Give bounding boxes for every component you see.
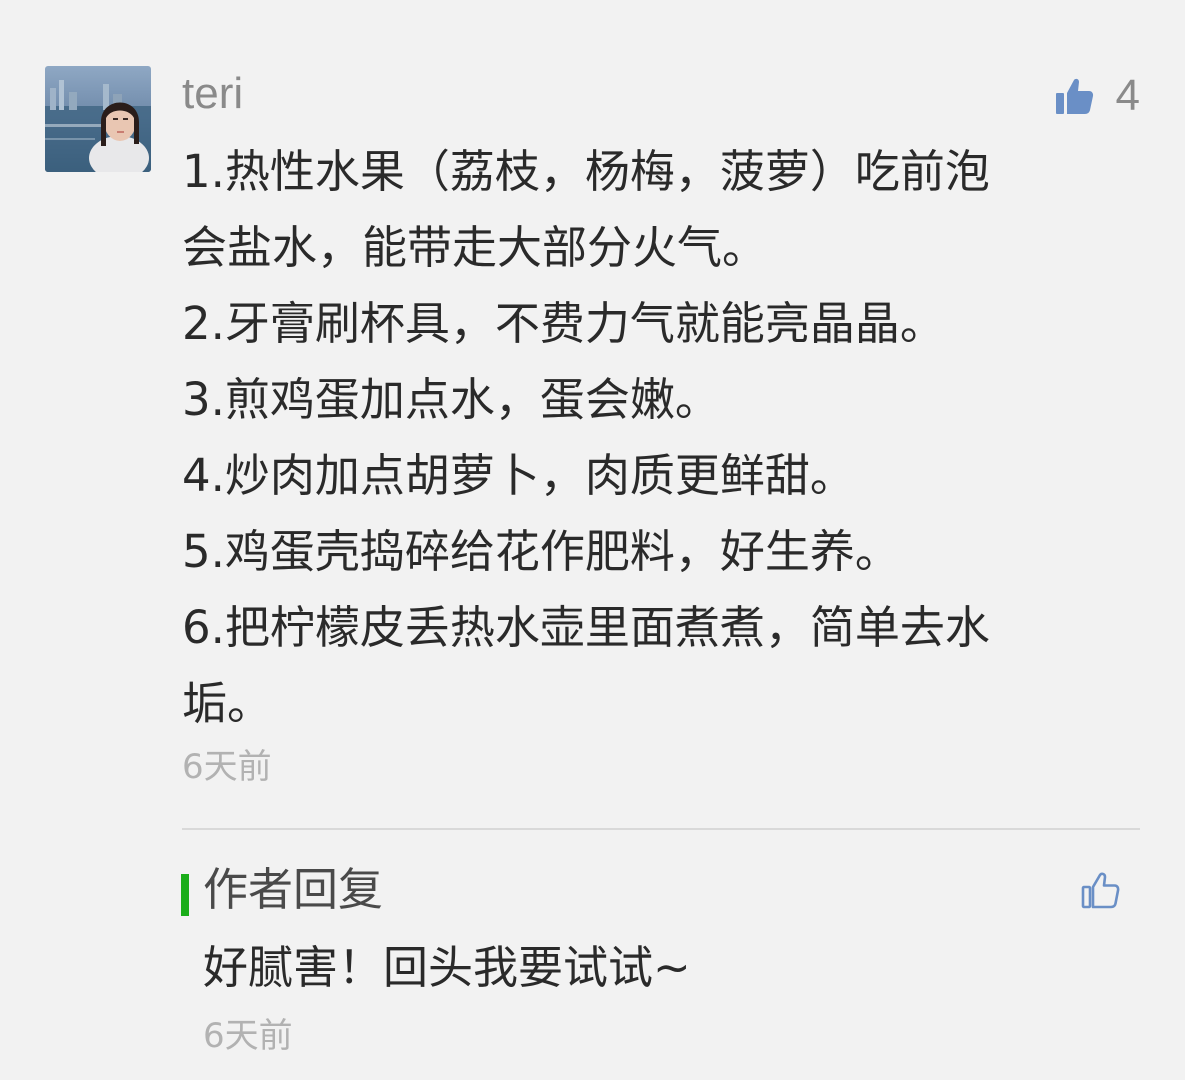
thumbs-up-outline-icon[interactable]: [1080, 870, 1120, 910]
reply-timestamp: 6天前: [203, 1016, 293, 1056]
divider: [182, 828, 1140, 830]
comment-line: 2.牙膏刷杯具，不费力气就能亮晶晶。: [182, 297, 945, 350]
comment-line: 6.把柠檬皮丢热水壶里面煮煮，简单去水: [182, 601, 990, 654]
like-button[interactable]: 4: [1054, 68, 1140, 124]
like-count: 4: [1115, 71, 1140, 120]
author-reply-label: 作者回复: [203, 863, 384, 916]
comment-line: 5.鸡蛋壳捣碎给花作肥料，好生养。: [182, 525, 900, 578]
comment-line: 会盐水，能带走大部分火气。: [182, 221, 768, 274]
comment-line: 1.热性水果（荔枝，杨梅，菠萝）吃前泡: [182, 145, 990, 198]
comment-line: 3.煎鸡蛋加点水，蛋会嫩。: [182, 373, 720, 426]
comment-item: teri 4 1.热性水果（荔枝，杨梅，菠萝）吃前泡 会盐水，能带走大部分火气。…: [0, 0, 1185, 1080]
avatar-image: [45, 66, 151, 172]
comment-line: 4.炒肉加点胡萝卜，肉质更鲜甜。: [182, 449, 855, 502]
comment-timestamp: 6天前: [182, 747, 272, 787]
reply-accent-bar: [181, 874, 189, 916]
author-reply-text: 好腻害！回头我要试试~: [203, 941, 691, 994]
avatar[interactable]: [45, 66, 151, 172]
comment-text: 1.热性水果（荔枝，杨梅，菠萝）吃前泡 会盐水，能带走大部分火气。 2.牙膏刷杯…: [182, 134, 1142, 742]
thumbs-up-icon: [1055, 78, 1093, 114]
comment-line: 垢。: [182, 677, 273, 730]
comment-username[interactable]: teri: [182, 66, 243, 122]
